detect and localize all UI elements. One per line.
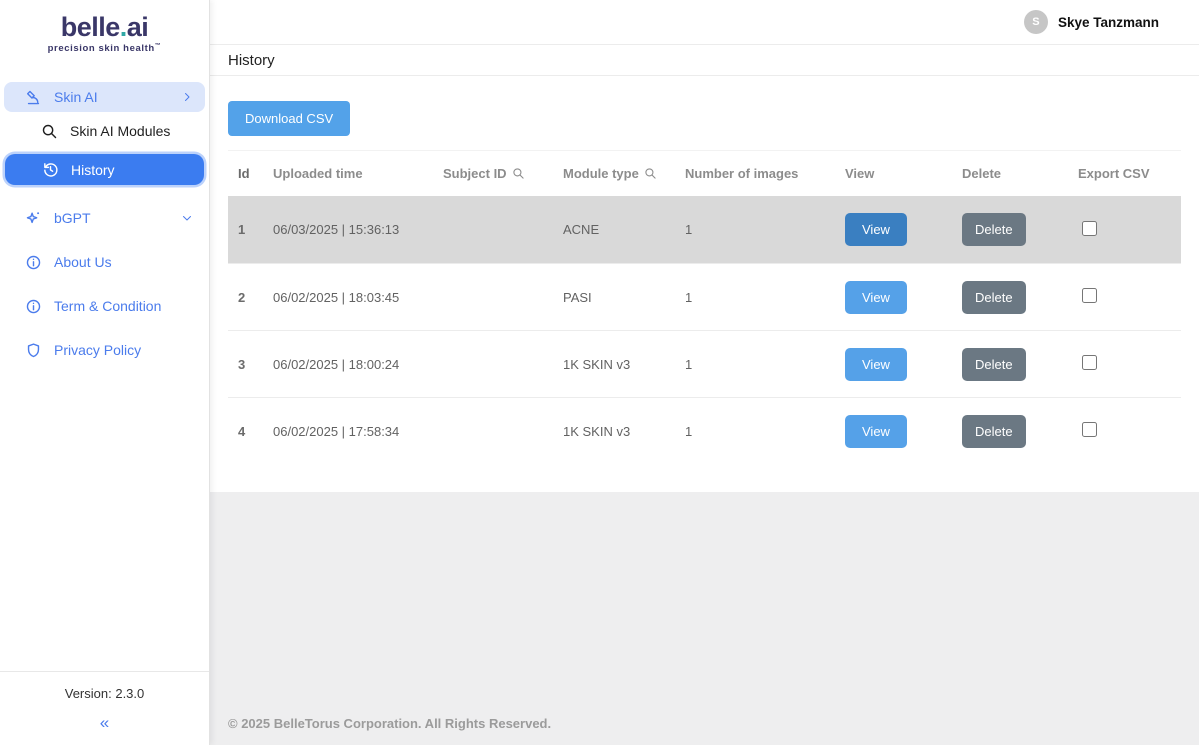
history-panel: Download CSV Id Uploaded time Subject ID… <box>210 76 1199 492</box>
sparkle-icon <box>24 209 42 227</box>
cell-number-of-images: 1 <box>685 357 845 372</box>
sidebar-nav: Skin AI Skin AI Modules History bGPT <box>0 78 209 671</box>
export-csv-checkbox[interactable] <box>1082 355 1097 370</box>
chevron-right-icon <box>181 91 193 103</box>
sidebar-item-label: History <box>71 162 192 178</box>
delete-button[interactable]: Delete <box>962 281 1026 314</box>
cell-number-of-images: 1 <box>685 222 845 237</box>
history-table: Id Uploaded time Subject ID Module type … <box>228 150 1181 464</box>
cell-uploaded-time: 06/03/2025 | 15:36:13 <box>273 222 443 237</box>
export-csv-checkbox[interactable] <box>1082 288 1097 303</box>
column-header-export-csv: Export CSV <box>1078 166 1181 181</box>
chevron-down-icon <box>181 212 193 224</box>
table-row: 1 06/03/2025 | 15:36:13 ACNE 1 View Dele… <box>228 196 1181 263</box>
version-label: Version: 2.3.0 <box>0 686 209 701</box>
cell-uploaded-time: 06/02/2025 | 18:00:24 <box>273 357 443 372</box>
title-bar: History <box>210 45 1199 76</box>
delete-button[interactable]: Delete <box>962 415 1026 448</box>
column-header-module-type[interactable]: Module type <box>563 166 685 181</box>
export-csv-checkbox[interactable] <box>1082 422 1097 437</box>
top-bar: S Skye Tanzmann <box>210 0 1199 45</box>
cell-module-type: 1K SKIN v3 <box>563 357 685 372</box>
sidebar-item-label: Skin AI <box>54 89 181 105</box>
search-icon <box>512 167 525 180</box>
cell-id: 1 <box>228 222 273 237</box>
table-row: 3 06/02/2025 | 18:00:24 1K SKIN v3 1 Vie… <box>228 330 1181 397</box>
brand-tagline: precision skin health™ <box>0 43 209 54</box>
cell-number-of-images: 1 <box>685 290 845 305</box>
cell-id: 3 <box>228 357 273 372</box>
sidebar-item-label: About Us <box>54 254 193 270</box>
collapse-sidebar-button[interactable]: « <box>100 713 109 733</box>
table-row: 2 06/02/2025 | 18:03:45 PASI 1 View Dele… <box>228 263 1181 330</box>
content-background: © 2025 BelleTorus Corporation. All Right… <box>210 492 1199 745</box>
cell-number-of-images: 1 <box>685 424 845 439</box>
main-area: S Skye Tanzmann History Download CSV Id … <box>210 0 1199 745</box>
brand-dot: . <box>120 12 127 42</box>
sidebar-footer: Version: 2.3.0 « <box>0 671 209 745</box>
search-icon <box>644 167 657 180</box>
view-button[interactable]: View <box>845 281 907 314</box>
view-button[interactable]: View <box>845 213 907 246</box>
cell-uploaded-time: 06/02/2025 | 17:58:34 <box>273 424 443 439</box>
cell-module-type: ACNE <box>563 222 685 237</box>
sidebar-item-label: bGPT <box>54 210 181 226</box>
column-header-subject-id[interactable]: Subject ID <box>443 166 563 181</box>
user-name: Skye Tanzmann <box>1058 15 1159 30</box>
sidebar-item-label: Term & Condition <box>54 298 193 314</box>
brand-wordmark-ai: ai <box>127 12 149 42</box>
export-csv-checkbox[interactable] <box>1082 221 1097 236</box>
column-header-uploaded-time: Uploaded time <box>273 166 443 181</box>
column-header-view: View <box>845 166 962 181</box>
sidebar-item-about-us[interactable]: About Us <box>4 247 205 277</box>
table-row: 4 06/02/2025 | 17:58:34 1K SKIN v3 1 Vie… <box>228 397 1181 464</box>
info-icon <box>24 297 42 315</box>
view-button[interactable]: View <box>845 415 907 448</box>
search-icon <box>40 122 58 140</box>
brand-wordmark: belle.ai <box>0 14 209 41</box>
cell-uploaded-time: 06/02/2025 | 18:03:45 <box>273 290 443 305</box>
sidebar-item-skin-ai-modules[interactable]: Skin AI Modules <box>4 116 205 146</box>
sidebar-item-label: Skin AI Modules <box>70 123 193 139</box>
microscope-icon <box>24 88 42 106</box>
download-csv-button[interactable]: Download CSV <box>228 101 350 136</box>
info-icon <box>24 253 42 271</box>
table-header-row: Id Uploaded time Subject ID Module type … <box>228 151 1181 196</box>
cell-id: 4 <box>228 424 273 439</box>
sidebar-item-label: Privacy Policy <box>54 342 193 358</box>
brand-logo: belle.ai precision skin health™ <box>0 0 209 64</box>
view-button[interactable]: View <box>845 348 907 381</box>
sidebar-item-history[interactable]: History <box>5 154 204 185</box>
delete-button[interactable]: Delete <box>962 213 1026 246</box>
column-header-id: Id <box>228 166 273 181</box>
copyright-notice: © 2025 BelleTorus Corporation. All Right… <box>210 716 551 745</box>
column-header-number-of-images: Number of images <box>685 166 845 181</box>
sidebar-item-privacy-policy[interactable]: Privacy Policy <box>4 335 205 365</box>
trademark-symbol: ™ <box>155 43 162 49</box>
sidebar: belle.ai precision skin health™ Skin AI … <box>0 0 210 745</box>
sidebar-item-term-condition[interactable]: Term & Condition <box>4 291 205 321</box>
column-header-delete: Delete <box>962 166 1078 181</box>
sidebar-item-skin-ai[interactable]: Skin AI <box>4 82 205 112</box>
history-icon <box>41 161 59 179</box>
avatar[interactable]: S <box>1024 10 1048 34</box>
shield-icon <box>24 341 42 359</box>
cell-module-type: PASI <box>563 290 685 305</box>
cell-module-type: 1K SKIN v3 <box>563 424 685 439</box>
page-title: History <box>228 52 275 69</box>
brand-wordmark-belle: belle <box>61 12 120 42</box>
sidebar-item-bgpt[interactable]: bGPT <box>4 203 205 233</box>
cell-id: 2 <box>228 290 273 305</box>
delete-button[interactable]: Delete <box>962 348 1026 381</box>
